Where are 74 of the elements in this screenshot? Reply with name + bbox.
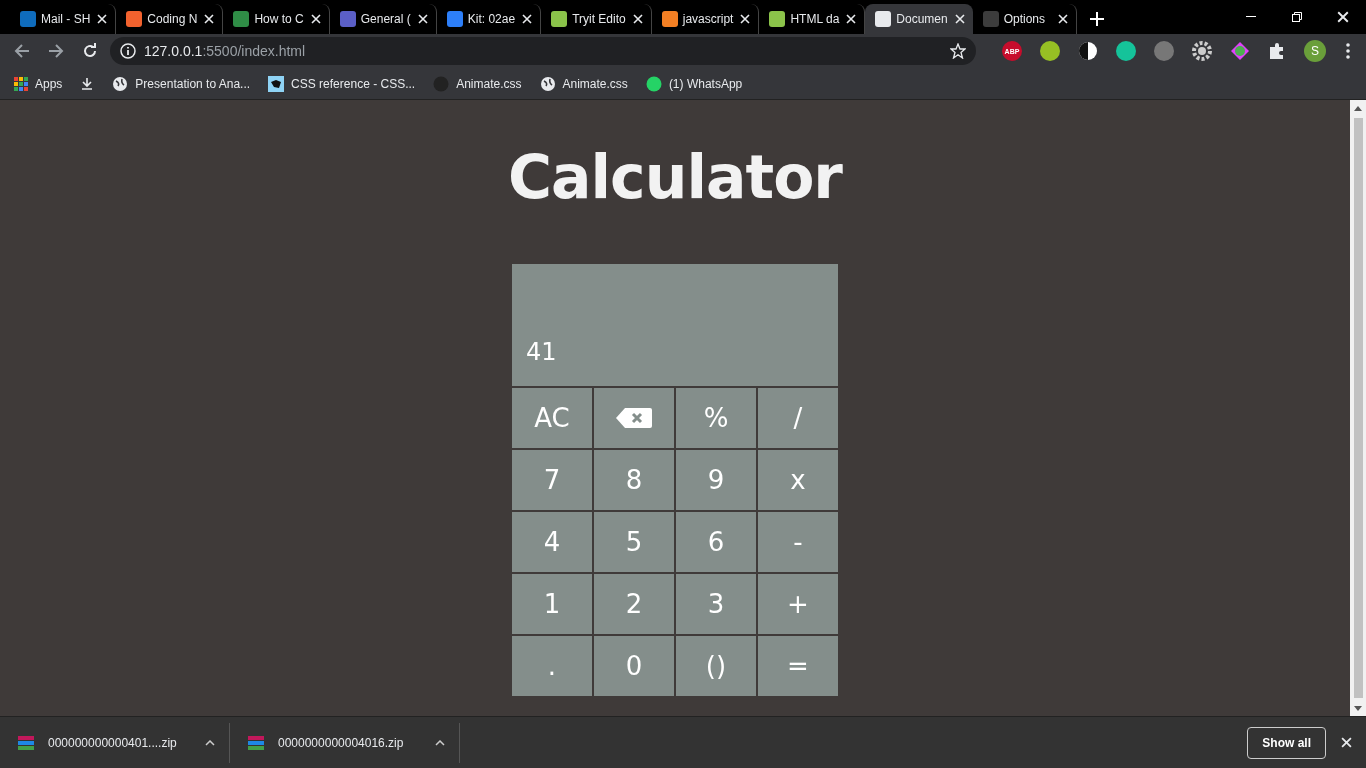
grid-icon — [14, 76, 28, 91]
close-icon[interactable] — [1340, 737, 1352, 748]
bookmark-link[interactable]: CSS reference - CSS... — [291, 76, 416, 91]
calculator-key[interactable]: 6 — [676, 512, 756, 572]
url-text: 127.0.0.1:5500/index.html — [144, 43, 307, 59]
close-icon[interactable] — [846, 14, 857, 24]
address-bar[interactable]: 127.0.0.1:5500/index.html — [110, 37, 976, 65]
archive-icon — [248, 734, 264, 751]
show-all-button[interactable]: Show all — [1247, 726, 1326, 759]
close-icon[interactable] — [522, 14, 533, 24]
half-circle-icon[interactable] — [1078, 41, 1098, 61]
close-icon[interactable] — [204, 14, 215, 24]
calculator-key[interactable]: 0 — [594, 636, 674, 696]
close-icon[interactable] — [954, 14, 965, 24]
scrollbar-thumb[interactable] — [1353, 118, 1363, 698]
bookmark-link[interactable]: Animate.css — [456, 76, 522, 91]
info-icon — [120, 43, 136, 59]
bookmark-link[interactable]: Animate.css — [562, 76, 628, 91]
calculator-key[interactable]: 2 — [594, 574, 674, 634]
star-icon[interactable] — [950, 43, 966, 59]
calculator-key[interactable]: 7 — [512, 450, 592, 510]
browser-tab[interactable]: Documen — [865, 4, 973, 34]
close-icon[interactable] — [1057, 14, 1068, 24]
calculator-key[interactable]: . — [512, 636, 592, 696]
calculator-key[interactable]: 4 — [512, 512, 592, 572]
close-icon[interactable] — [1337, 11, 1349, 23]
close-icon[interactable] — [417, 14, 428, 24]
download-icon[interactable] — [80, 76, 95, 91]
download-item[interactable]: 0000000000004016.zip — [248, 722, 460, 763]
chevron-up-icon[interactable] — [205, 739, 215, 746]
close-icon[interactable] — [740, 14, 751, 24]
close-icon[interactable] — [632, 14, 643, 24]
calculator-key[interactable]: 3 — [676, 574, 756, 634]
settings-icon[interactable] — [1192, 41, 1212, 61]
calculator-key[interactable]: x — [758, 450, 838, 510]
calculator-key[interactable]: - — [758, 512, 838, 572]
down-arrow-icon[interactable] — [1354, 705, 1362, 711]
plus-icon[interactable] — [1089, 12, 1104, 26]
back-arrow-icon[interactable] — [14, 43, 30, 59]
minimize-icon[interactable] — [1246, 16, 1256, 18]
calculator-key[interactable]: + — [758, 574, 838, 634]
puzzle-icon[interactable] — [1268, 42, 1286, 60]
bookmark-link[interactable]: (1) WhatsApp — [668, 76, 743, 91]
calculator-key[interactable]: = — [758, 636, 838, 696]
globe-icon — [539, 75, 556, 92]
up-arrow-icon[interactable] — [1354, 105, 1362, 111]
backspace-key[interactable] — [594, 388, 674, 448]
download-item[interactable]: 000000000000401....zip — [18, 722, 230, 763]
chevron-up-icon[interactable] — [435, 739, 445, 746]
reload-icon[interactable] — [82, 43, 98, 59]
globe-icon — [112, 75, 129, 92]
archive-icon — [18, 734, 34, 751]
page-title: Calculator — [508, 142, 842, 212]
restore-icon[interactable] — [1292, 12, 1302, 22]
bookmark-link[interactable]: Apps — [35, 76, 63, 91]
close-icon[interactable] — [310, 14, 321, 24]
calculator-key[interactable]: () — [676, 636, 756, 696]
scrollbar[interactable] — [1350, 100, 1366, 716]
calculator-key[interactable]: / — [758, 388, 838, 448]
calculator-key[interactable]: 1 — [512, 574, 592, 634]
calculator-key[interactable]: AC — [512, 388, 592, 448]
calculator-key[interactable]: 9 — [676, 450, 756, 510]
calculator-key[interactable]: % — [676, 388, 756, 448]
calculator-key[interactable]: 5 — [594, 512, 674, 572]
profile-avatar[interactable]: S — [1304, 40, 1326, 62]
square-icon — [268, 75, 285, 92]
forward-arrow-icon[interactable] — [48, 43, 64, 59]
close-icon[interactable] — [97, 14, 108, 24]
menu-icon[interactable] — [1346, 43, 1350, 59]
color-wheel-icon[interactable] — [1230, 41, 1250, 61]
backspace-icon — [615, 407, 653, 429]
bookmark-link[interactable]: Presentation to Ana... — [135, 76, 251, 91]
calculator-display: 41 — [512, 264, 838, 386]
calculator-key[interactable]: 8 — [594, 450, 674, 510]
